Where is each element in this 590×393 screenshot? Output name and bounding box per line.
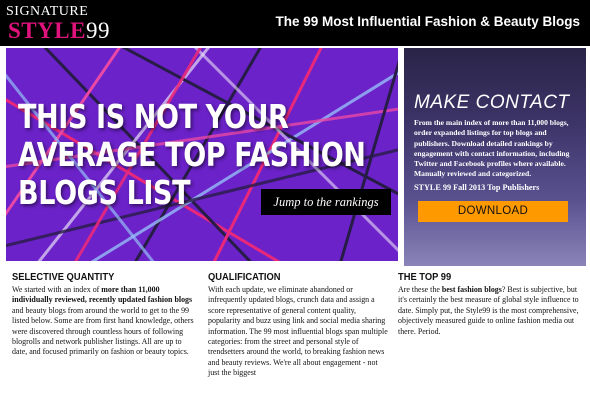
download-button[interactable]: DOWNLOAD [418,201,568,222]
contact-description: From the main index of more than 11,000 … [414,118,570,179]
hero-headline-line: AVERAGE TOP FASHION [18,135,366,174]
hero-banner: THIS IS NOT YOUR AVERAGE TOP FASHION BLO… [6,48,398,261]
site-logo[interactable]: Signature STYLE99 [6,4,124,43]
logo-brand: STYLE99 [8,18,110,44]
column-text: and beauty blogs from around the world t… [12,305,194,357]
column-body: We started with an index of more than 11… [12,285,198,358]
column-heading: Qualification [208,272,281,283]
contact-subtitle: STYLE 99 Fall 2013 Top Publishers [414,183,540,192]
column-text: Are these the [398,285,442,294]
column-text: With each update, we eliminate abandoned… [208,285,388,378]
logo-number: 99 [85,18,110,43]
hero-headline-line: THIS IS NOT YOUR [18,97,289,136]
selective-quantity-column: Selective Quantity We started with an in… [12,272,198,358]
jump-to-rankings-button[interactable]: Jump to the rankings [261,189,391,215]
column-body: With each update, we eliminate abandoned… [208,285,388,379]
make-contact-panel: MAKE CONTACT From the main index of more… [404,48,586,266]
site-header: Signature STYLE99 The 99 Most Influentia… [0,0,590,46]
column-text: We started with an index of [12,285,102,294]
qualification-column: Qualification With each update, we elimi… [208,272,388,379]
logo-brand-text: STYLE [8,18,86,43]
site-title: The 99 Most Influential Fashion & Beauty… [275,14,580,29]
column-body: Are these the best fashion blogs? Best i… [398,285,584,337]
top-99-column: The Top 99 Are these the best fashion bl… [398,272,584,337]
column-heading: Selective Quantity [12,272,115,283]
column-heading: The Top 99 [398,272,452,283]
column-link-bold[interactable]: best fashion blogs [442,285,502,294]
contact-title: MAKE CONTACT [414,92,570,113]
